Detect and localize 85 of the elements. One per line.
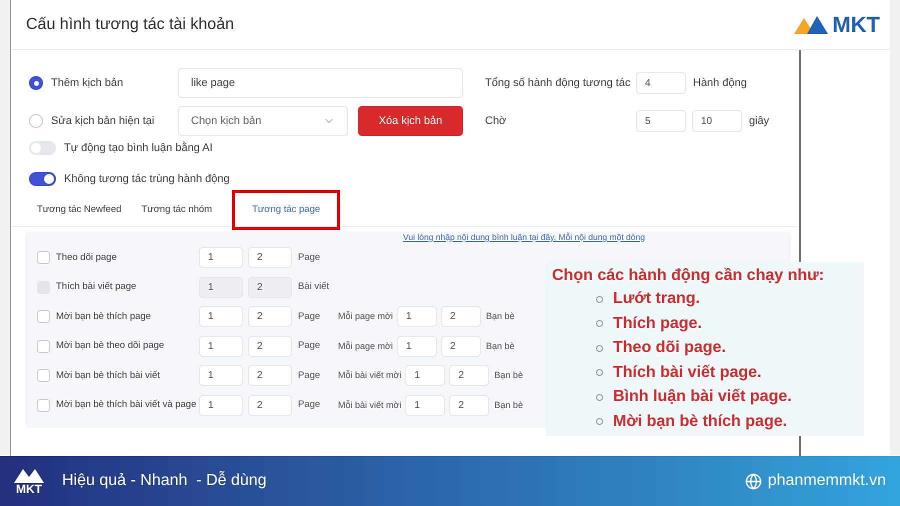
checkbox[interactable] [37,251,50,264]
footer-logo: MKT [14,467,44,495]
wait-min-field[interactable]: 5 [636,110,686,132]
annotation-title: Chọn các hành động cần chạy như: [552,266,826,286]
script-select[interactable]: Chọn kịch bản [178,106,348,136]
action-label: Thích bài viết page [56,280,138,294]
field-label: Chờ [485,114,508,129]
total-actions-field[interactable]: 4 [636,72,686,94]
annotation-item: Lướt trang. [613,289,700,310]
toggle-switch[interactable] [29,172,56,186]
unit-label: Bài viết [298,280,330,294]
bullet-icon [596,296,603,303]
globe-icon [744,472,762,490]
unit-label: Page [298,368,322,383]
action-label: Mời bạn bè thích bài viết [56,368,161,383]
unit-label: Page [298,398,322,412]
unit-label: Page [298,250,322,265]
mountain-logo-icon [14,467,44,483]
website-text: phanmemmkt.vn [768,471,886,491]
brand-logo: MKT [794,14,880,36]
bullet-icon [596,320,603,328]
number-field[interactable]: 1 [405,365,446,386]
window-title: Cấu hình tương tác tài khoản [26,14,234,34]
action-label: Mời bạn bè thích page [56,310,152,324]
field-label: Tổng số hành động tương tác [485,76,632,91]
radio-option[interactable]: Sửa kịch bản hiện tại [29,106,164,136]
per-label: Mỗi bài viết mời [338,369,402,382]
unit-label: Bạn bè [494,369,523,382]
radio-option[interactable]: Thêm kịch bản [29,68,164,98]
checkbox[interactable] [37,398,50,412]
bullet-icon [596,344,603,352]
checkbox[interactable] [37,310,50,324]
per-label: Mỗi page mời [338,310,393,323]
checkbox[interactable] [37,369,50,382]
unit-label: Hành động [693,76,747,91]
bullet-icon [596,418,603,426]
annotation-item: Theo dõi page. [613,338,726,358]
unit-label: Bạn bè [494,398,523,412]
number-field[interactable]: 1 [199,247,243,268]
number-field[interactable]: 1 [199,336,243,357]
action-label: Theo dõi page [56,250,118,265]
per-label: Mỗi bài viết mời [338,398,402,412]
number-field[interactable]: 1 [199,306,243,328]
number-field[interactable]: 2 [440,306,481,328]
wait-max-field[interactable]: 10 [692,110,742,132]
tab[interactable]: Tương tác nhóm [131,194,222,226]
annotation-item: Mời bạn bè thích page. [613,412,788,432]
radio-button[interactable] [29,76,43,90]
unit-label: Page [298,310,322,324]
unit-label: giây [749,114,770,129]
annotation-item: Bình luận bài viết page. [613,387,792,408]
number-field[interactable]: 2 [449,394,490,416]
footer-slogan: Hiệu quả - Nhanh - Dễ dùng [62,470,267,491]
number-field[interactable]: 2 [248,336,292,357]
tab[interactable]: Tương tác Newfeed [27,194,132,226]
unit-label: Bạn bè [486,310,514,323]
comment-hint-link[interactable]: Vui lòng nhập nội dung bình luận tại đây, Mỗi nội dung một dòng [403,232,645,242]
bullet-icon [596,369,603,376]
annotation-item: Thích page. [613,314,702,334]
action-label: Mời bạn bè thích bài viết và page [56,398,198,412]
number-field[interactable]: 1 [405,394,446,416]
radio-button[interactable] [29,114,43,128]
bullet-icon [596,394,603,401]
per-label: Mỗi page mời [338,340,393,353]
unit-label: Bạn bè [486,340,514,352]
number-field[interactable]: 2 [248,247,292,268]
toggle-switch[interactable] [29,141,56,156]
delete-script-button[interactable]: Xóa kịch bản [358,106,463,136]
annotation-item: Thích bài viết page. [613,362,762,383]
number-field[interactable]: 1 [199,365,243,386]
number-field[interactable]: 2 [449,365,490,386]
toggle-label: Không tương tác trùng hành động [64,172,230,186]
number-field[interactable]: 1 [199,394,243,416]
number-field[interactable]: 2 [248,394,292,416]
unit-label: Page [298,339,322,354]
action-label: Mời bạn bè theo dõi page [56,339,166,354]
number-field[interactable]: 2 [440,336,481,357]
script-name-field[interactable]: like page [178,68,463,98]
number-field[interactable]: 2 [248,365,292,386]
number-field[interactable]: 2 [248,306,292,328]
number-field[interactable]: 1 [396,306,437,328]
checkbox[interactable] [37,340,50,353]
toggle-label: Tự động tạo bình luận bằng AI [64,140,213,156]
mountain-logo-icon [794,14,828,36]
number-field[interactable]: 1 [396,336,437,357]
